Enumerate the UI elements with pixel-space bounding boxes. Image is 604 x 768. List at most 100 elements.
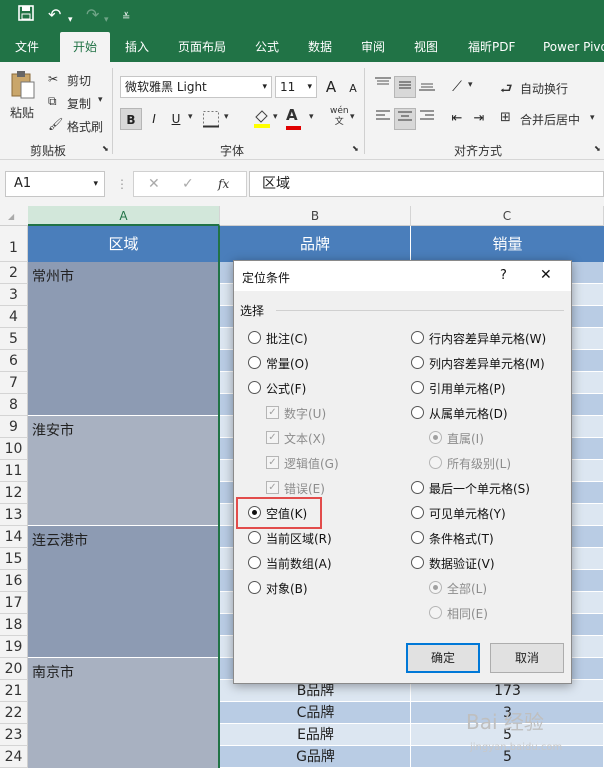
row-header[interactable]: 2 — [0, 262, 28, 284]
insert-function-icon[interactable]: fx — [218, 174, 229, 194]
orientation-dropdown-icon[interactable]: ▾ — [468, 80, 473, 90]
option-label[interactable]: 从属单元格(D) — [429, 405, 508, 422]
row-header[interactable]: 17 — [0, 592, 28, 614]
format-painter-icon[interactable]: 🖌 — [48, 117, 63, 131]
paste-button[interactable]: 粘贴 — [10, 104, 34, 121]
row-header[interactable]: 20 — [0, 658, 28, 680]
row-header[interactable]: 10 — [0, 438, 28, 460]
tab-power-pivot[interactable]: Power Pivot — [543, 32, 604, 62]
font-color-dropdown-icon[interactable]: ▾ — [309, 112, 314, 122]
region-cell[interactable]: 南京市 — [28, 658, 220, 768]
row-header[interactable]: 5 — [0, 328, 28, 350]
customize-icon[interactable]: ≚ — [122, 8, 130, 28]
redo-icon[interactable]: ↷ — [86, 5, 99, 25]
cancel-button[interactable]: 取消 — [490, 643, 564, 673]
row-header[interactable]: 13 — [0, 504, 28, 526]
row-header[interactable]: 16 — [0, 570, 28, 592]
row-header[interactable]: 7 — [0, 372, 28, 394]
shrink-font-icon[interactable]: A — [342, 78, 364, 100]
grow-font-icon[interactable]: A — [320, 76, 342, 98]
orientation-icon[interactable]: ⟋ — [446, 76, 468, 98]
row-header[interactable]: 8 — [0, 394, 28, 416]
tab-file[interactable]: 文件 — [15, 32, 39, 62]
clipboard-launcher-icon[interactable]: ⬊ — [102, 144, 109, 153]
tab-insert[interactable]: 插入 — [125, 32, 149, 62]
scissors-icon[interactable]: ✂ — [48, 72, 58, 86]
underline-button[interactable]: U — [165, 108, 187, 130]
option-label[interactable]: 公式(F) — [266, 380, 306, 397]
radio-icon[interactable] — [411, 406, 424, 419]
row-header[interactable]: 3 — [0, 284, 28, 306]
tab-review[interactable]: 审阅 — [361, 32, 385, 62]
name-box[interactable]: A1 ▾ — [5, 171, 105, 197]
row-header[interactable]: 23 — [0, 724, 28, 746]
merge-center-button[interactable]: 合并后居中 — [520, 111, 580, 128]
row-header[interactable]: 24 — [0, 746, 28, 768]
brand-cell[interactable]: G品牌 — [220, 746, 411, 768]
radio-icon[interactable] — [411, 381, 424, 394]
radio-icon[interactable] — [411, 531, 424, 544]
copy-button[interactable]: 复制 — [67, 95, 91, 112]
radio-icon[interactable] — [248, 531, 261, 544]
wrap-text-icon[interactable]: ⮐ — [500, 78, 513, 102]
row-header[interactable]: 1 — [0, 226, 28, 262]
radio-icon[interactable] — [411, 331, 424, 344]
align-bottom-icon[interactable] — [416, 76, 438, 98]
formula-input[interactable]: 区域 — [249, 171, 604, 197]
option-label[interactable]: 当前区域(R) — [266, 530, 332, 547]
row-header[interactable]: 14 — [0, 526, 28, 548]
font-size-select[interactable]: 11 ▾ — [275, 76, 317, 98]
option-label[interactable]: 当前数组(A) — [266, 555, 332, 572]
radio-icon[interactable] — [248, 331, 261, 344]
phonetic-dropdown-icon[interactable]: ▾ — [350, 112, 355, 122]
borders-dropdown-icon[interactable]: ▾ — [224, 112, 229, 122]
confirm-icon[interactable]: ✓ — [182, 174, 194, 194]
option-label[interactable]: 常量(O) — [266, 355, 309, 372]
copy-icon[interactable]: ⧉ — [48, 94, 57, 109]
option-label[interactable]: 引用单元格(P) — [429, 380, 506, 397]
column-header-a[interactable]: A — [28, 206, 220, 226]
row-header[interactable]: 6 — [0, 350, 28, 372]
align-left-icon[interactable] — [372, 108, 394, 130]
header-cell-sales[interactable]: 销量 — [411, 226, 604, 262]
format-painter-button[interactable]: 格式刷 — [67, 118, 103, 135]
radio-icon[interactable] — [248, 581, 261, 594]
region-cell[interactable]: 淮安市 — [28, 416, 220, 526]
radio-icon[interactable] — [248, 381, 261, 394]
fill-color-dropdown-icon[interactable]: ▾ — [273, 112, 278, 122]
redo-dropdown-icon[interactable]: ▾ — [104, 10, 109, 30]
column-header-b[interactable]: B — [220, 206, 411, 226]
merge-center-icon[interactable]: ⊞ — [500, 110, 511, 125]
option-label[interactable]: 列内容差异单元格(M) — [429, 355, 545, 372]
option-label[interactable]: 行内容差异单元格(W) — [429, 330, 546, 347]
radio-icon[interactable] — [411, 556, 424, 569]
radio-icon[interactable] — [248, 356, 261, 369]
fill-color-icon[interactable] — [252, 108, 272, 131]
row-header[interactable]: 9 — [0, 416, 28, 438]
option-label[interactable]: 数据验证(V) — [429, 555, 495, 572]
copy-dropdown-icon[interactable]: ▾ — [98, 95, 103, 105]
tab-foxit-pdf[interactable]: 福昕PDF — [468, 32, 515, 62]
header-cell-region[interactable]: 区域 — [28, 226, 220, 262]
row-header[interactable]: 4 — [0, 306, 28, 328]
radio-icon[interactable] — [248, 556, 261, 569]
alignment-launcher-icon[interactable]: ⬊ — [594, 144, 601, 153]
row-header[interactable]: 21 — [0, 680, 28, 702]
row-header[interactable]: 22 — [0, 702, 28, 724]
paste-icon[interactable] — [10, 70, 36, 103]
brand-cell[interactable]: C品牌 — [220, 702, 411, 724]
tab-view[interactable]: 视图 — [414, 32, 438, 62]
brand-cell[interactable]: E品牌 — [220, 724, 411, 746]
close-icon[interactable]: ✕ — [540, 267, 552, 283]
tab-home[interactable]: 开始 — [60, 32, 110, 62]
font-launcher-icon[interactable]: ⬊ — [352, 144, 359, 153]
italic-button[interactable]: I — [143, 108, 165, 130]
decrease-indent-icon[interactable]: ⇤ — [446, 108, 468, 130]
region-cell[interactable]: 连云港市 — [28, 526, 220, 658]
help-icon[interactable]: ? — [500, 268, 507, 283]
radio-icon[interactable] — [411, 481, 424, 494]
increase-indent-icon[interactable]: ⇥ — [468, 108, 490, 130]
align-right-icon[interactable] — [416, 108, 438, 130]
option-label[interactable]: 最后一个单元格(S) — [429, 480, 530, 497]
merge-dropdown-icon[interactable]: ▾ — [590, 113, 595, 123]
